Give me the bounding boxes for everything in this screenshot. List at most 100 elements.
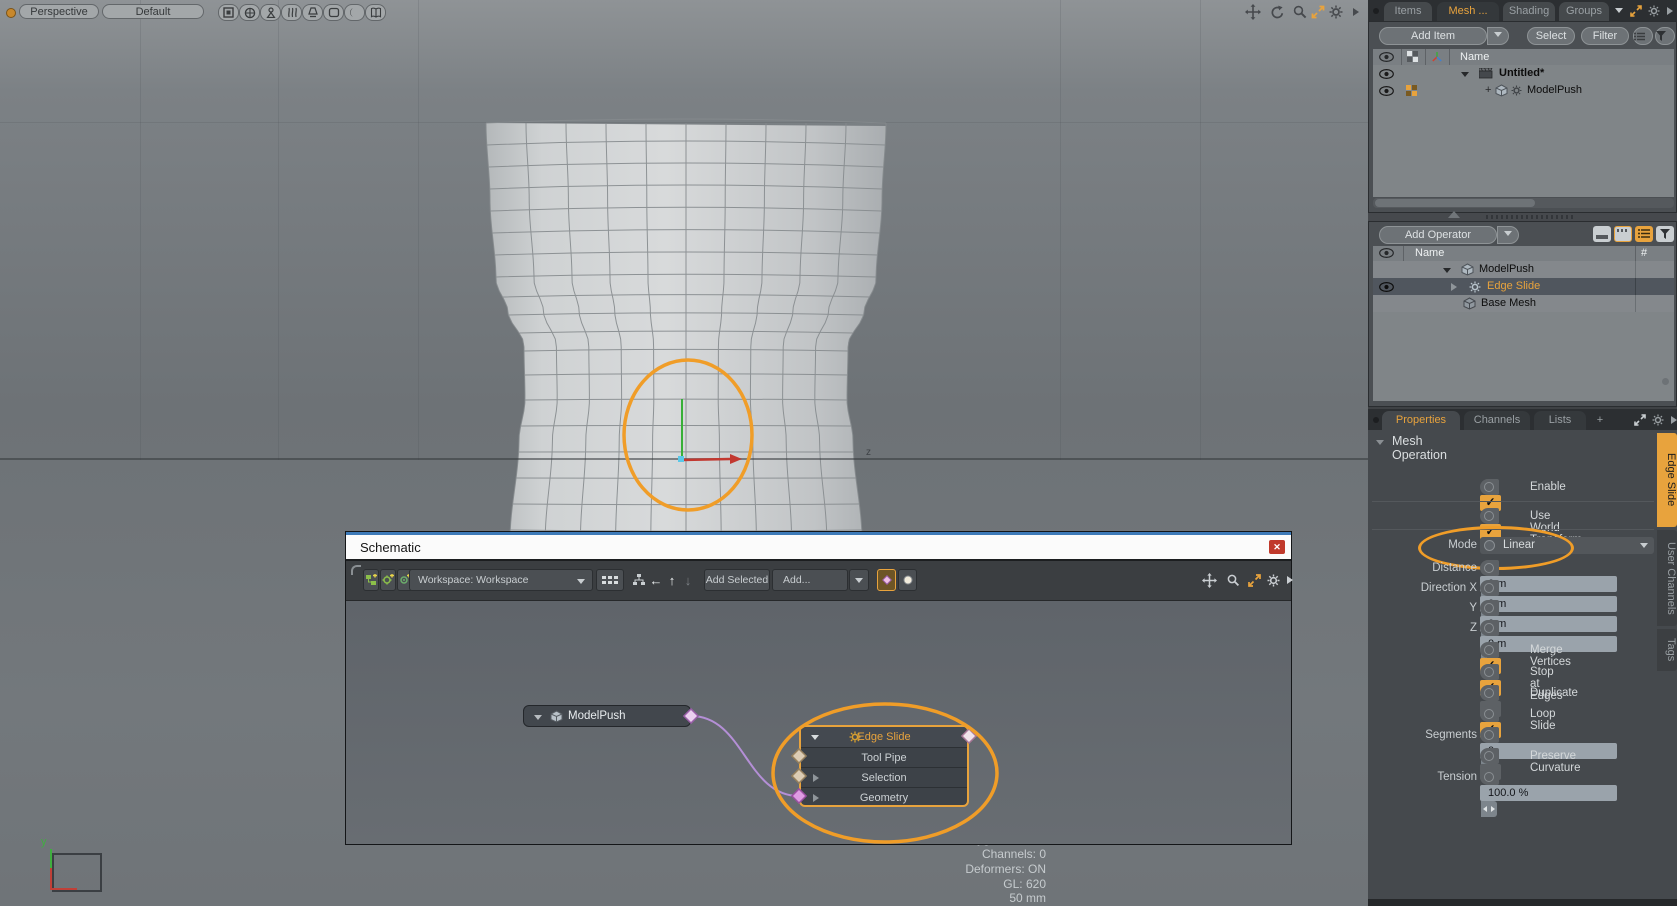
node-modelpush[interactable]: ModelPush [523, 705, 691, 727]
view-collapsed-icon[interactable] [1593, 226, 1611, 242]
pan-icon[interactable] [1243, 4, 1263, 20]
item-list-body[interactable]: Untitled* + ModelPush [1373, 65, 1674, 197]
lamp-icon[interactable] [302, 4, 323, 21]
add-selected-button[interactable]: Add Selected [704, 569, 770, 591]
book-icon[interactable] [365, 4, 386, 21]
tab-lists[interactable]: Lists [1534, 411, 1586, 430]
tab-mesh-ops[interactable]: Mesh ... [1437, 2, 1499, 21]
layout-grid-icon[interactable] [596, 569, 624, 591]
add-operator-button[interactable]: Add Operator [1379, 226, 1497, 244]
workspace-dropdown[interactable]: Workspace: Workspace [409, 569, 593, 591]
perspective-view-button[interactable]: Perspective [19, 4, 99, 19]
side-tab-user-channels[interactable]: User Channels [1657, 530, 1677, 626]
filter-funnel-icon[interactable] [1656, 226, 1674, 242]
hatch-lines-icon[interactable] [281, 4, 302, 21]
tab-properties[interactable]: Properties [1382, 411, 1460, 430]
close-icon[interactable]: ✕ [1269, 540, 1285, 554]
visibility-eye-icon[interactable] [1379, 248, 1394, 258]
pan-icon[interactable] [1199, 572, 1219, 588]
crescent-icon[interactable] [344, 4, 365, 21]
side-tab-edge-slide[interactable]: Edge Slide [1657, 433, 1677, 527]
enable-checkbox[interactable]: ✓ [1480, 479, 1501, 511]
splitter-collapse-icon[interactable] [1448, 211, 1460, 218]
tension-field[interactable]: 100.0 % [1480, 769, 1617, 817]
scrollbar-thumb[interactable] [1375, 199, 1535, 207]
globe-icon[interactable] [239, 4, 260, 21]
node-edge-slide[interactable]: Edge Slide Tool Pipe Selection Geometry [799, 725, 969, 807]
node-row-geometry[interactable]: Geometry [801, 787, 967, 808]
more-chevron-icon[interactable] [1280, 572, 1300, 588]
operator-row-modelpush[interactable]: ModelPush [1373, 261, 1674, 278]
tab-add[interactable]: + [1592, 411, 1608, 430]
tab-items[interactable]: Items [1384, 2, 1432, 21]
add-dropdown-arrow[interactable] [849, 569, 869, 591]
chevron-down-icon[interactable] [1615, 8, 1623, 13]
more-chevron-icon[interactable] [1660, 3, 1677, 19]
more-chevron-icon[interactable] [1664, 412, 1677, 428]
viewport-thumb-dot[interactable] [6, 8, 16, 18]
expand-triangle-icon[interactable] [813, 794, 819, 802]
tree-plus[interactable]: + [1485, 82, 1491, 99]
panel-splitter[interactable] [1368, 213, 1677, 221]
maximize-icon[interactable] [1630, 412, 1650, 428]
visibility-eye-icon[interactable] [1379, 86, 1394, 96]
section-collapse-icon[interactable] [1376, 440, 1384, 445]
panel-thumb-dot[interactable] [1373, 417, 1379, 423]
schematic-window[interactable]: Schematic ✕ Workspace: Workspace ← ↑ ↓ A… [345, 531, 1292, 845]
tree-layout-icon[interactable] [631, 569, 647, 591]
maximize-icon[interactable] [1626, 3, 1646, 19]
render-checker-icon[interactable] [1407, 51, 1418, 62]
render-style-icon[interactable] [218, 4, 239, 21]
panel-thumb-dot[interactable] [1373, 8, 1379, 14]
scroll-nub[interactable] [1662, 378, 1669, 385]
tab-groups[interactable]: Groups [1559, 2, 1609, 21]
operator-list-body[interactable]: ModelPush Edge Slide Base Mesh [1373, 261, 1674, 401]
schematic-titlebar[interactable]: Schematic ✕ [346, 532, 1291, 561]
zoom-icon[interactable] [1223, 572, 1243, 588]
backdrop-icon[interactable] [323, 4, 344, 21]
more-chevron-icon[interactable] [1346, 4, 1366, 20]
schematic-canvas[interactable]: ModelPush Edge Slide Tool Pipe Selection… [346, 601, 1291, 844]
gizmo-x-axis[interactable] [682, 459, 730, 460]
filter-funnel-icon[interactable] [1655, 27, 1675, 45]
view-expanded-icon[interactable] [1614, 226, 1632, 242]
visibility-eye-icon[interactable] [1379, 69, 1394, 79]
default-style-button[interactable]: Default [102, 4, 204, 19]
link-style-diamond-swatch[interactable] [877, 569, 896, 591]
expand-triangle-icon[interactable] [1461, 72, 1469, 77]
orbit-icon[interactable] [1267, 4, 1287, 20]
person-icon[interactable] [260, 4, 281, 21]
filter-button[interactable]: Filter [1581, 27, 1629, 45]
item-row-modelpush[interactable]: + ModelPush [1373, 82, 1674, 99]
mesh-wireframe[interactable] [486, 119, 886, 540]
visibility-eye-icon[interactable] [1379, 282, 1394, 292]
move-down-icon[interactable]: ↓ [680, 569, 696, 591]
side-tab-tags[interactable]: Tags [1657, 629, 1677, 671]
node-row-tool-pipe[interactable]: Tool Pipe [801, 747, 967, 768]
expand-triangle-icon[interactable] [813, 774, 819, 782]
item-row-scene[interactable]: Untitled* [1373, 65, 1674, 82]
node-row-selection[interactable]: Selection [801, 767, 967, 788]
list-mode-icon[interactable] [1635, 226, 1653, 242]
tab-shading[interactable]: Shading [1503, 2, 1555, 21]
link-style-circle-swatch[interactable] [898, 569, 917, 591]
list-options-icon[interactable] [1633, 27, 1653, 45]
select-button[interactable]: Select [1527, 27, 1575, 45]
expand-triangle-icon[interactable] [1443, 268, 1451, 273]
tab-channels[interactable]: Channels [1464, 411, 1530, 430]
add-dropdown[interactable]: Add... [772, 569, 848, 591]
maximize-icon[interactable] [1244, 572, 1264, 588]
gizmo-center-handle[interactable] [678, 456, 684, 462]
horizontal-scrollbar[interactable] [1373, 198, 1674, 208]
settings-gear-icon[interactable] [1326, 4, 1346, 20]
add-operator-gear-icon[interactable] [380, 569, 396, 591]
operator-row-edge-slide[interactable]: Edge Slide [1373, 278, 1674, 295]
render-checker-icon[interactable] [1406, 85, 1417, 96]
operator-row-base-mesh[interactable]: Base Mesh [1373, 295, 1674, 312]
panel-corner-icon[interactable] [351, 565, 361, 575]
zoom-icon[interactable] [1290, 4, 1310, 20]
node-collapse-icon[interactable] [534, 715, 542, 720]
axis-icon[interactable] [1431, 51, 1443, 63]
add-operator-dropdown-arrow[interactable] [1497, 226, 1519, 244]
add-item-dropdown-arrow[interactable] [1487, 27, 1509, 45]
